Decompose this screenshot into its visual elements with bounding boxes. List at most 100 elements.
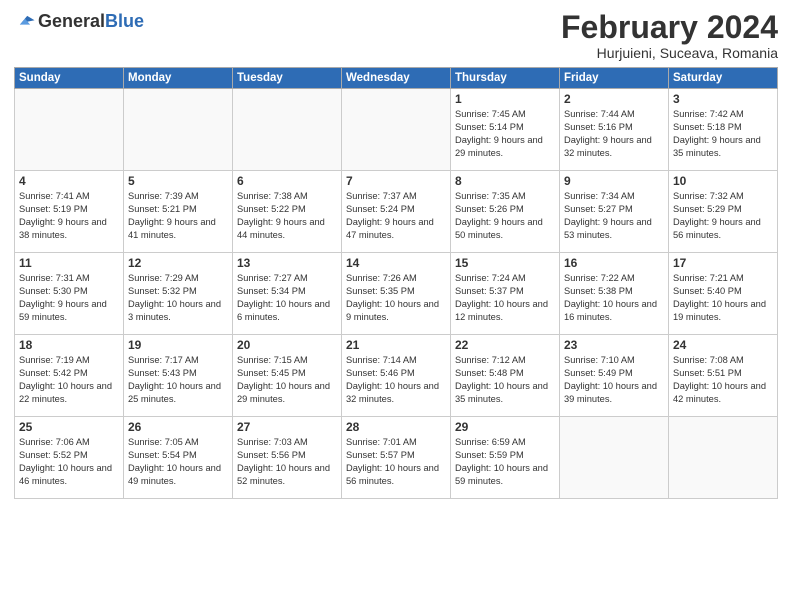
calendar-cell: 28Sunrise: 7:01 AMSunset: 5:57 PMDayligh…	[342, 417, 451, 499]
calendar-cell: 29Sunrise: 6:59 AMSunset: 5:59 PMDayligh…	[451, 417, 560, 499]
daylight-text: Daylight: 9 hours and 50 minutes.	[455, 217, 543, 240]
day-number: 27	[237, 420, 337, 434]
sunset-text: Sunset: 5:37 PM	[455, 286, 524, 296]
daylight-text: Daylight: 9 hours and 56 minutes.	[673, 217, 761, 240]
header-sunday: Sunday	[15, 68, 124, 89]
day-info: Sunrise: 7:45 AMSunset: 5:14 PMDaylight:…	[455, 108, 555, 160]
daylight-text: Daylight: 10 hours and 25 minutes.	[128, 381, 221, 404]
daylight-text: Daylight: 9 hours and 44 minutes.	[237, 217, 325, 240]
calendar-week-2: 11 Sunrise: 7:31 AM Sunset: 5:30 PM Dayligh…	[15, 253, 778, 335]
sunset-text: Sunset: 5:30 PM	[19, 286, 88, 296]
day-info: Sunrise: 7:32 AMSunset: 5:29 PMDaylight:…	[673, 190, 773, 242]
sunrise-text: Sunrise: 7:29 AM	[128, 273, 199, 283]
sunrise-text: Sunrise: 7:41 AM	[19, 191, 90, 201]
page-container: GeneralBlue February 2024 Hurjuieni, Suc…	[0, 0, 792, 507]
day-number: 22	[455, 338, 555, 352]
day-info: Sunrise: 7:08 AMSunset: 5:51 PMDaylight:…	[673, 354, 773, 406]
calendar-cell: 19Sunrise: 7:17 AMSunset: 5:43 PMDayligh…	[124, 335, 233, 417]
header-saturday: Saturday	[669, 68, 778, 89]
calendar-cell: 14Sunrise: 7:26 AMSunset: 5:35 PMDayligh…	[342, 253, 451, 335]
sunrise-text: Sunrise: 7:31 AM	[19, 273, 90, 283]
calendar-cell: 1Sunrise: 7:45 AMSunset: 5:14 PMDaylight…	[451, 89, 560, 171]
sunset-text: Sunset: 5:21 PM	[128, 204, 197, 214]
day-info: Sunrise: 7:31 AM Sunset: 5:30 PM Daylight:…	[19, 272, 119, 324]
day-info: Sunrise: 7:21 AMSunset: 5:40 PMDaylight:…	[673, 272, 773, 324]
calendar-cell: 3Sunrise: 7:42 AMSunset: 5:18 PMDaylight…	[669, 89, 778, 171]
calendar-week-0: 1Sunrise: 7:45 AMSunset: 5:14 PMDaylight…	[15, 89, 778, 171]
sunset-text: Sunset: 5:42 PM	[19, 368, 88, 378]
day-number: 20	[237, 338, 337, 352]
day-info: Sunrise: 7:41 AMSunset: 5:19 PMDaylight:…	[19, 190, 119, 242]
month-title: February 2024	[561, 10, 778, 45]
sunrise-text: Sunrise: 7:12 AM	[455, 355, 526, 365]
day-number: 11	[19, 256, 119, 270]
calendar-cell: 6Sunrise: 7:38 AMSunset: 5:22 PMDaylight…	[233, 171, 342, 253]
daylight-text: Daylight: 10 hours and 19 minutes.	[673, 299, 766, 322]
day-info: Sunrise: 7:15 AMSunset: 5:45 PMDaylight:…	[237, 354, 337, 406]
sunset-text: Sunset: 5:43 PM	[128, 368, 197, 378]
day-number: 25	[19, 420, 119, 434]
day-number: 5	[128, 174, 228, 188]
logo: GeneralBlue	[14, 10, 144, 32]
day-info: Sunrise: 7:27 AMSunset: 5:34 PMDaylight:…	[237, 272, 337, 324]
sunrise-text: Sunrise: 7:05 AM	[128, 437, 199, 447]
day-number: 10	[673, 174, 773, 188]
calendar-cell: 26 Sunrise: 7:05 AMSunset: 5:54 PMDayligh…	[124, 417, 233, 499]
day-info: Sunrise: 7:29 AMSunset: 5:32 PMDaylight:…	[128, 272, 228, 324]
day-info: Sunrise: 7:24 AMSunset: 5:37 PMDaylight:…	[455, 272, 555, 324]
day-info: Sunrise: 7:03 AMSunset: 5:56 PMDaylight:…	[237, 436, 337, 488]
sunset-text: Sunset: 5:59 PM	[455, 450, 524, 460]
day-number: 17	[673, 256, 773, 270]
sunrise-text: Sunrise: 7:45 AM	[455, 109, 526, 119]
sunrise-text: Sunrise: 7:34 AM	[564, 191, 635, 201]
calendar-cell: 4Sunrise: 7:41 AMSunset: 5:19 PMDaylight…	[15, 171, 124, 253]
calendar-cell: 8 Sunrise: 7:35 AMSunset: 5:26 PMDaylight…	[451, 171, 560, 253]
calendar-cell: 21Sunrise: 7:14 AMSunset: 5:46 PMDayligh…	[342, 335, 451, 417]
daylight-text: Daylight: 10 hours and 6 minutes.	[237, 299, 330, 322]
day-number: 8	[455, 174, 555, 188]
daylight-text: Daylight: 10 hours and 42 minutes.	[673, 381, 766, 404]
day-number: 1	[455, 92, 555, 106]
sunset-text: Sunset: 5:52 PM	[19, 450, 88, 460]
sunset-text: Sunset: 5:18 PM	[673, 122, 742, 132]
calendar-table: Sunday Monday Tuesday Wednesday Thursday…	[14, 67, 778, 499]
sunset-text: Sunset: 5:14 PM	[455, 122, 524, 132]
sunset-text: Sunset: 5:56 PM	[237, 450, 306, 460]
day-number: 24	[673, 338, 773, 352]
calendar-cell	[233, 89, 342, 171]
sunrise-text: Sunrise: 7:24 AM	[455, 273, 526, 283]
header-friday: Friday	[560, 68, 669, 89]
logo-text: GeneralBlue	[38, 11, 144, 32]
sunrise-text: Sunrise: 7:42 AM	[673, 109, 744, 119]
sunset-text: Sunset: 5:45 PM	[237, 368, 306, 378]
calendar-cell: 9Sunrise: 7:34 AMSunset: 5:27 PMDaylight…	[560, 171, 669, 253]
sunset-text: Sunset: 5:22 PM	[237, 204, 306, 214]
day-number: 26	[128, 420, 228, 434]
header-wednesday: Wednesday	[342, 68, 451, 89]
calendar-cell	[560, 417, 669, 499]
day-info: Sunrise: 7:05 AMSunset: 5:54 PMDaylight:…	[128, 436, 228, 488]
sunrise-text: Sunrise: 7:03 AM	[237, 437, 308, 447]
calendar-cell: 24 Sunrise: 7:08 AMSunset: 5:51 PMDayligh…	[669, 335, 778, 417]
logo-icon	[14, 10, 36, 32]
day-info: Sunrise: 7:42 AMSunset: 5:18 PMDaylight:…	[673, 108, 773, 160]
sunset-text: Sunset: 5:27 PM	[564, 204, 633, 214]
daylight-text: Daylight: 9 hours and 59 minutes.	[19, 299, 107, 322]
calendar-cell: 12Sunrise: 7:29 AMSunset: 5:32 PMDayligh…	[124, 253, 233, 335]
sunset-text: Sunset: 5:38 PM	[564, 286, 633, 296]
daylight-text: Daylight: 10 hours and 32 minutes.	[346, 381, 439, 404]
day-number: 14	[346, 256, 446, 270]
calendar-cell: 22Sunrise: 7:12 AMSunset: 5:48 PMDayligh…	[451, 335, 560, 417]
header-monday: Monday	[124, 68, 233, 89]
sunset-text: Sunset: 5:34 PM	[237, 286, 306, 296]
daylight-text: Daylight: 10 hours and 16 minutes.	[564, 299, 657, 322]
daylight-text: Daylight: 10 hours and 35 minutes.	[455, 381, 548, 404]
day-number: 7	[346, 174, 446, 188]
sunset-text: Sunset: 5:29 PM	[673, 204, 742, 214]
daylight-text: Daylight: 9 hours and 47 minutes.	[346, 217, 434, 240]
sunrise-text: Sunrise: 7:10 AM	[564, 355, 635, 365]
calendar-cell: 18Sunrise: 7:19 AMSunset: 5:42 PMDayligh…	[15, 335, 124, 417]
header: GeneralBlue February 2024 Hurjuieni, Suc…	[14, 10, 778, 61]
sunrise-text: Sunrise: 7:01 AM	[346, 437, 417, 447]
day-info: Sunrise: 7:35 AMSunset: 5:26 PMDaylight:…	[455, 190, 555, 242]
